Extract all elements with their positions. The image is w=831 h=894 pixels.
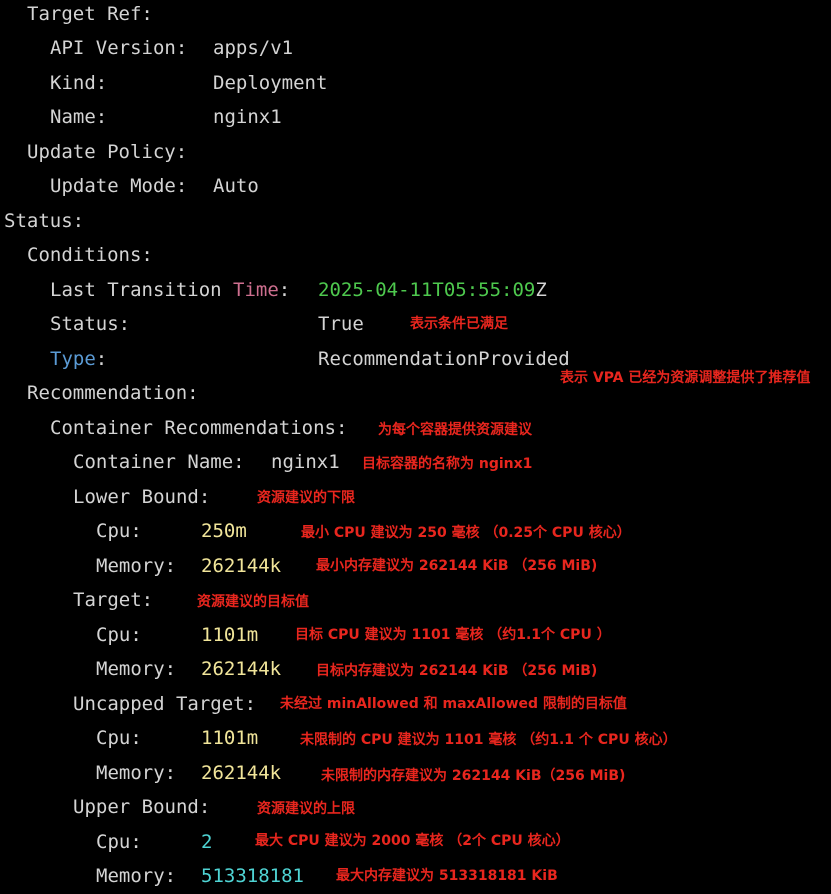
api-version-value: apps/v1 <box>213 37 294 59</box>
conditions-line: Conditions: <box>27 238 153 272</box>
condition-status-line: Status: True <box>50 307 364 341</box>
annotation-target-cpu: 目标 CPU 建议为 1101 毫核 （约1.1个 CPU ） <box>295 627 611 643</box>
update-mode-key: Update Mode: <box>50 175 188 197</box>
annotation-container-name: 目标容器的名称为 nginx1 <box>362 456 533 472</box>
name-line: Name: nginx1 <box>50 100 282 134</box>
last-transition-key: Last Transition <box>50 279 234 301</box>
api-version-line: API Version: apps/v1 <box>50 31 293 65</box>
container-recommendations-line: Container Recommendations: <box>50 411 347 445</box>
kind-line: Kind: Deployment <box>50 66 327 100</box>
target-memory-line: Memory: 262144k <box>96 652 281 686</box>
uncapped-cpu-key: Cpu: <box>96 727 142 749</box>
target-cpu-key: Cpu: <box>96 624 142 646</box>
annotation-lb-cpu: 最小 CPU 建议为 250 毫核 （0.25个 CPU 核心） <box>301 525 631 541</box>
annotation-lower-bound: 资源建议的下限 <box>257 490 355 506</box>
last-transition-line: Last Transition Time: 2025-04-11T05:55:09… <box>50 273 547 307</box>
condition-status-key: Status: <box>50 313 131 335</box>
last-transition-colon: : <box>278 279 291 301</box>
type-line: Type: RecommendationProvided <box>50 342 570 376</box>
uncapped-target-line: Uncapped Target: <box>73 687 256 721</box>
upper-bound-line: Upper Bound: <box>73 790 210 824</box>
uncapped-memory-key: Memory: <box>96 762 177 784</box>
type-value: RecommendationProvided <box>318 348 570 370</box>
ub-memory-key: Memory: <box>96 865 177 887</box>
target-memory-value: 262144k <box>201 658 282 680</box>
container-recommendations-key: Container Recommendations: <box>50 417 348 439</box>
container-name-line: Container Name: nginx1 <box>73 445 340 479</box>
target-ref-key: Target Ref: <box>27 3 153 25</box>
uncapped-memory-line: Memory: 262144k <box>96 756 281 790</box>
conditions-key: Conditions: <box>27 244 153 266</box>
api-version-key: API Version: <box>50 37 188 59</box>
container-name-value: nginx1 <box>271 451 340 473</box>
type-key: Type <box>50 348 96 370</box>
lb-cpu-value: 250m <box>201 520 247 542</box>
recommendation-key: Recommendation: <box>27 382 199 404</box>
annotation-container-recommendations: 为每个容器提供资源建议 <box>378 422 532 438</box>
lb-memory-key: Memory: <box>96 555 177 577</box>
status-root-key: Status: <box>4 210 85 232</box>
upper-bound-key: Upper Bound: <box>73 796 211 818</box>
update-mode-value: Auto <box>213 175 259 197</box>
annotation-upper-bound: 资源建议的上限 <box>257 801 355 817</box>
annotation-status-true: 表示条件已满足 <box>410 316 508 332</box>
ub-memory-line: Memory: 513318181 <box>96 859 304 893</box>
lower-bound-key: Lower Bound: <box>73 486 211 508</box>
annotation-lb-memory: 最小内存建议为 262144 KiB （256 MiB) <box>316 558 598 574</box>
lb-cpu-key: Cpu: <box>96 520 142 542</box>
annotation-ub-cpu: 最大 CPU 建议为 2000 毫核 （2个 CPU 核心） <box>255 833 570 849</box>
update-policy-key: Update Policy: <box>27 141 188 163</box>
annotation-uncapped-cpu: 未限制的 CPU 建议为 1101 毫核 （约1.1 个 CPU 核心） <box>300 732 677 748</box>
ub-cpu-line: Cpu: 2 <box>96 825 212 859</box>
target-line: Target: <box>73 583 153 617</box>
type-colon: : <box>95 348 108 370</box>
target-key: Target: <box>73 589 154 611</box>
annotation-target-memory: 目标内存建议为 262144 KiB （256 MiB) <box>316 663 598 679</box>
lb-cpu-line: Cpu: 250m <box>96 514 247 548</box>
container-name-key: Container Name: <box>73 451 245 473</box>
annotation-target: 资源建议的目标值 <box>197 594 309 610</box>
recommendation-line: Recommendation: <box>27 376 199 410</box>
target-cpu-value: 1101m <box>201 624 259 646</box>
uncapped-cpu-value: 1101m <box>201 727 259 749</box>
condition-status-value: True <box>318 313 364 335</box>
target-ref-line: Target Ref: <box>27 0 153 31</box>
status-root-line: Status: <box>4 204 84 238</box>
kind-key: Kind: <box>50 72 108 94</box>
annotation-uncapped-memory: 未限制的内存建议为 262144 KiB（256 MiB) <box>321 768 626 784</box>
last-transition-timestamp: 2025-04-11T05:55:09 <box>318 279 536 301</box>
ub-memory-value: 513318181 <box>201 865 304 887</box>
uncapped-target-key: Uncapped Target: <box>73 693 257 715</box>
last-transition-zone: Z <box>535 279 547 301</box>
annotation-ub-memory: 最大内存建议为 513318181 KiB <box>336 868 558 884</box>
target-cpu-line: Cpu: 1101m <box>96 618 258 652</box>
update-mode-line: Update Mode: Auto <box>50 169 259 203</box>
name-value: nginx1 <box>213 106 282 128</box>
lower-bound-line: Lower Bound: <box>73 480 210 514</box>
uncapped-memory-value: 262144k <box>201 762 282 784</box>
uncapped-cpu-line: Cpu: 1101m <box>96 721 258 755</box>
last-transition-value: 2025-04-11T05:55:09Z <box>318 273 547 307</box>
lb-memory-line: Memory: 262144k <box>96 549 281 583</box>
update-policy-line: Update Policy: <box>27 135 187 169</box>
time-keyword: Time <box>233 279 279 301</box>
ub-cpu-key: Cpu: <box>96 831 142 853</box>
ub-cpu-value: 2 <box>201 831 213 853</box>
annotation-uncapped-target: 未经过 minAllowed 和 maxAllowed 限制的目标值 <box>280 696 627 712</box>
target-memory-key: Memory: <box>96 658 177 680</box>
lb-memory-value: 262144k <box>201 555 282 577</box>
kind-value: Deployment <box>213 72 328 94</box>
name-key: Name: <box>50 106 108 128</box>
annotation-recommendation-provided: 表示 VPA 已经为资源调整提供了推荐值 <box>560 370 811 386</box>
